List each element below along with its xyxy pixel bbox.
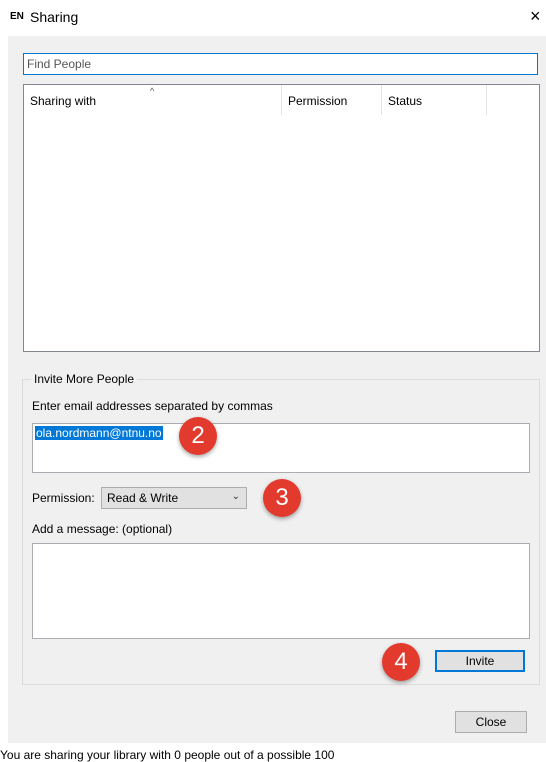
permission-value: Read & Write [107, 491, 179, 505]
close-button[interactable]: Close [455, 711, 527, 733]
column-sharing-with-label: Sharing with [30, 94, 97, 108]
permission-label: Permission: [32, 491, 95, 505]
email-input[interactable]: ola.nordmann@ntnu.no [32, 423, 530, 473]
message-input[interactable] [32, 543, 530, 639]
column-status[interactable]: Status [382, 85, 487, 115]
column-sharing-with[interactable]: Sharing with ^ [24, 85, 282, 115]
language-icon: EN [10, 11, 24, 22]
status-text: You are sharing your library with 0 peop… [0, 748, 335, 762]
column-permission[interactable]: Permission [282, 85, 382, 115]
permission-select[interactable]: Read & Write ⌄ [101, 487, 247, 509]
title-bar: EN Sharing × [0, 0, 546, 36]
window-title: Sharing [30, 9, 79, 25]
find-people-input[interactable] [23, 53, 538, 75]
chevron-down-icon: ⌄ [231, 491, 240, 502]
invite-button[interactable]: Invite [435, 650, 525, 672]
sharing-list[interactable]: Sharing with ^ Permission Status [23, 84, 540, 352]
step-badge-2: 2 [179, 417, 217, 455]
step-badge-4: 4 [382, 643, 420, 681]
message-label: Add a message: (optional) [32, 522, 173, 536]
sort-ascending-icon: ^ [150, 86, 155, 96]
email-value: ola.nordmann@ntnu.no [35, 426, 163, 440]
email-label: Enter email addresses separated by comma… [32, 399, 273, 413]
invite-group-title: Invite More People [31, 372, 138, 386]
step-badge-3: 3 [263, 479, 301, 517]
close-icon[interactable]: × [530, 6, 541, 26]
column-extra[interactable] [487, 85, 539, 115]
